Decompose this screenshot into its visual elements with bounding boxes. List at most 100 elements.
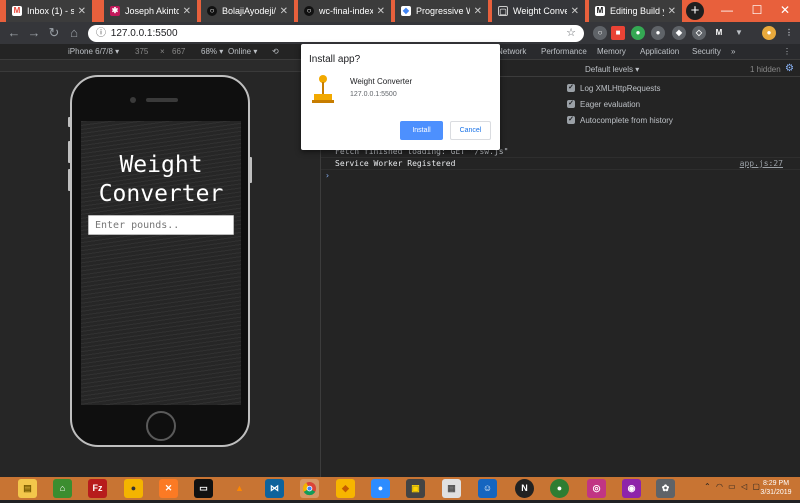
dialog-app-name: Weight Converter [350,77,413,86]
device-height[interactable]: 667 [172,47,185,56]
extension-icon[interactable]: ▼ [732,26,746,40]
app-icon[interactable]: ▣ [406,479,425,498]
wifi-icon[interactable]: ◠ [716,482,723,491]
device-width[interactable]: 375 [135,47,148,56]
app-icon[interactable]: ● [550,479,569,498]
minimize-button[interactable]: — [712,0,742,22]
taskbar-clock[interactable]: 8:29 PM 3/31/2019 [756,479,796,497]
address-bar[interactable]: ⓘ 127.0.0.1:5500 ☆ [88,25,584,42]
terminal-icon[interactable]: ▭ [194,479,213,498]
extension-icon[interactable]: ● [762,26,776,40]
browser-tab-weight-converter[interactable]: ▢ Weight Converte ✕ [492,0,585,22]
bookmark-star-icon[interactable]: ☆ [566,25,576,42]
git-icon[interactable]: ⌂ [53,479,72,498]
tab-close-icon[interactable]: ✕ [474,6,482,17]
tab-network[interactable]: Network [497,47,526,56]
hidden-count: 1 hidden [750,65,781,74]
vscode-icon[interactable]: ⋈ [265,479,284,498]
device-select[interactable]: iPhone 6/7/8 ▾ [68,47,119,56]
sketch-icon[interactable]: ◆ [336,479,355,498]
rotate-icon[interactable]: ⟲ [272,47,279,56]
user-avatar-icon[interactable]: ☺ [478,479,497,498]
search-extension-icon[interactable]: ○ [593,26,607,40]
tray-up-icon[interactable]: ⌃ [704,482,711,491]
medium-extension-icon[interactable]: M [712,26,726,40]
google-developers-icon: ◆ [401,6,411,16]
extension-icon[interactable]: ◇ [692,26,706,40]
photos-icon[interactable]: ✿ [656,479,675,498]
tab-performance[interactable]: Performance [541,47,587,56]
browser-toolbar: ← → ↻ ⌂ ⓘ 127.0.0.1:5500 ☆ ○ ■ ● ● ◆ ◇ M… [0,22,800,44]
home-icon[interactable]: ⌂ [66,25,82,41]
tab-close-icon[interactable]: ✕ [78,6,86,17]
console-prompt[interactable]: › [321,170,800,182]
close-window-button[interactable]: ✕ [770,0,800,22]
prompt-chevron-icon: › [325,171,330,180]
install-button[interactable]: Install [400,121,443,140]
checkbox-checked-icon[interactable]: ✓ [567,116,575,124]
new-tab-button[interactable]: + [686,2,704,20]
zoom-icon[interactable]: ● [371,479,390,498]
browser-tab-joseph[interactable]: ✱ Joseph Akintolay ✕ [104,0,197,22]
phone-camera [130,97,136,103]
file-explorer-icon[interactable]: ▤ [18,479,37,498]
extension-icon[interactable]: ■ [611,26,625,40]
tab-close-icon[interactable]: ✕ [377,6,385,17]
browser-tab-pwa[interactable]: ◆ Progressive Web ✕ [395,0,488,22]
app-icon[interactable]: N [515,479,534,498]
volume-icon[interactable]: ◁ [741,482,747,491]
filezilla-icon[interactable]: Fz [88,479,107,498]
tab-memory[interactable]: Memory [597,47,626,56]
browser-tab-github-file[interactable]: ○ wc-final-index.ht ✕ [298,0,391,22]
browser-tab-gmail[interactable]: M Inbox (1) - sirbe ✕ [6,0,92,22]
tab-close-icon[interactable]: ✕ [668,6,676,17]
device-viewport: Weight Converter [0,72,320,477]
console-source-link[interactable]: app.js:27 [740,158,783,170]
phone-speaker [146,98,178,102]
cancel-button[interactable]: Cancel [450,121,491,140]
clock-date: 3/31/2019 [760,489,792,496]
vlc-icon[interactable]: ▲ [230,479,249,498]
app-icon[interactable]: ● [124,479,143,498]
app-icon[interactable]: ▦ [442,479,461,498]
setting-autocomplete[interactable]: ✓ Autocomplete from history [567,114,673,126]
pounds-input[interactable] [88,215,234,235]
checkbox-checked-icon[interactable]: ✓ [567,100,575,108]
console-settings-icon[interactable]: ⚙ [785,63,794,74]
system-tray[interactable]: ⌃ ◠ ▭ ◁ ▢ [704,482,760,491]
tab-close-icon[interactable]: ✕ [280,6,288,17]
log-levels-select[interactable]: Default levels ▾ [585,65,639,74]
tab-security[interactable]: Security [692,47,721,56]
phone-side-button [249,157,252,183]
checkbox-checked-icon[interactable]: ✓ [567,84,575,92]
forward-icon[interactable]: → [26,25,42,41]
info-icon[interactable]: ⓘ [96,25,108,42]
gmail-icon: M [12,6,22,16]
dialog-app-url: 127.0.0.1:5500 [350,91,397,98]
battery-icon[interactable]: ▭ [728,482,736,491]
app-icon[interactable]: ◉ [622,479,641,498]
setting-log-xhr[interactable]: ✓ Log XMLHttpRequests [567,82,661,94]
browser-tab-medium[interactable]: M Editing Build you ✕ [589,0,682,22]
extension-icon[interactable]: ● [651,26,665,40]
zoom-select[interactable]: 68% ▾ [201,47,223,56]
menu-icon[interactable]: ⋮ [782,26,796,40]
tab-close-icon[interactable]: ✕ [183,6,191,17]
chrome-icon[interactable] [300,479,319,498]
settings-kebab-icon[interactable]: ⋮ [783,47,791,56]
browser-tab-strip: M Inbox (1) - sirbe ✕ ✱ Joseph Akintolay… [0,0,800,22]
setting-eager-eval[interactable]: ✓ Eager evaluation [567,98,640,110]
back-icon[interactable]: ← [6,25,22,41]
extension-icon[interactable]: ● [631,26,645,40]
tab-application[interactable]: Application [640,47,679,56]
network-select[interactable]: Online ▾ [228,47,257,56]
tab-close-icon[interactable]: ✕ [571,6,579,17]
address-text: 127.0.0.1:5500 [110,28,178,39]
extension-icon[interactable]: ◆ [672,26,686,40]
maximize-button[interactable]: ☐ [742,0,772,22]
instagram-icon[interactable]: ◎ [587,479,606,498]
xampp-icon[interactable]: ✕ [159,479,178,498]
reload-icon[interactable]: ↻ [46,25,62,41]
more-tabs-icon[interactable]: » [731,47,735,56]
browser-tab-github-repo[interactable]: ○ BolajiAyodeji/we ✕ [201,0,294,22]
